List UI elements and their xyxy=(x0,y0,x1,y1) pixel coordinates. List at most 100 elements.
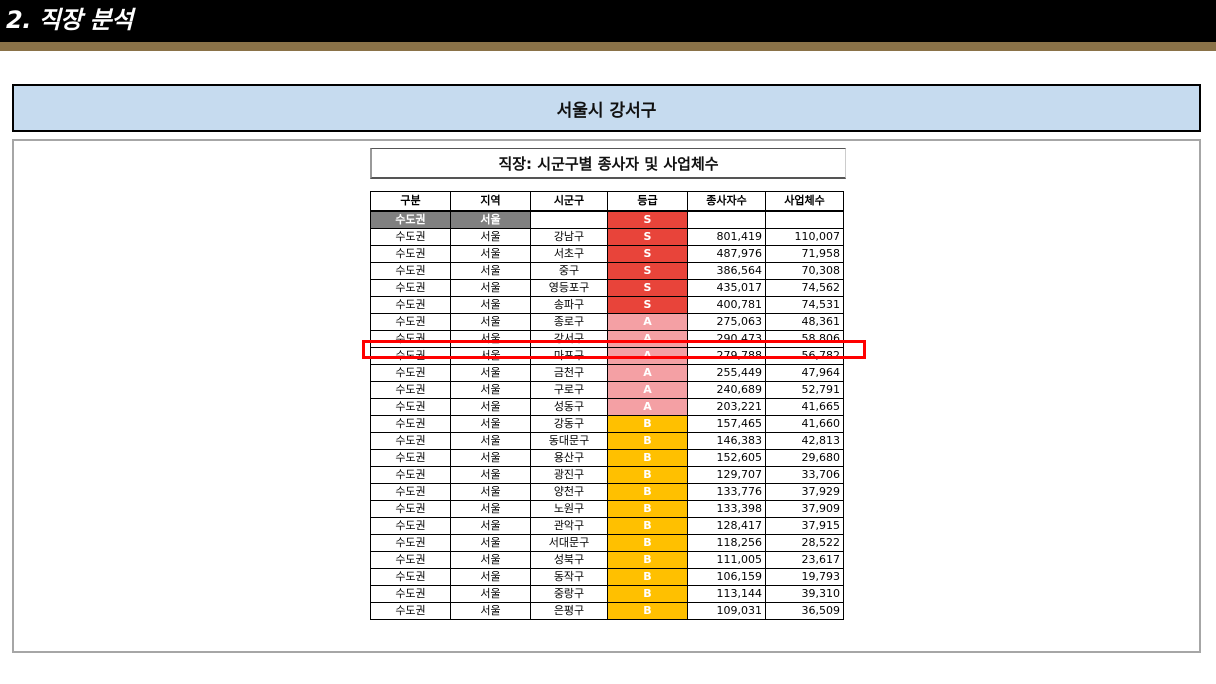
cell-sigungu: 중랑구 xyxy=(530,584,608,603)
column-header: 사업체수 xyxy=(765,191,844,212)
cell-grade: S xyxy=(607,261,688,280)
cell-grade: A xyxy=(607,397,688,416)
cell-gubun: 수도권 xyxy=(370,363,451,382)
group-row: 수도권 서울 S xyxy=(370,210,844,229)
cell-region: 서울 xyxy=(450,227,531,246)
cell-region: 서울 xyxy=(450,397,531,416)
cell-region: 서울 xyxy=(450,482,531,501)
cell-region: 서울 xyxy=(450,312,531,331)
cell-sigungu: 강남구 xyxy=(530,227,608,246)
cell-workers: 133,776 xyxy=(687,482,766,501)
cell-sigungu: 송파구 xyxy=(530,295,608,314)
cell-grade: B xyxy=(607,448,688,467)
table-row: 수도권 서울 서대문구 B 118,256 28,522 xyxy=(370,533,844,552)
cell-workers: 275,063 xyxy=(687,312,766,331)
cell-gubun: 수도권 xyxy=(370,295,451,314)
cell-workers: 128,417 xyxy=(687,516,766,535)
table-row: 수도권 서울 종로구 A 275,063 48,361 xyxy=(370,312,844,331)
table-row: 수도권 서울 강남구 S 801,419 110,007 xyxy=(370,227,844,246)
cell-region: 서울 xyxy=(450,414,531,433)
table-row: 수도권 서울 영등포구 S 435,017 74,562 xyxy=(370,278,844,297)
cell-gubun: 수도권 xyxy=(370,278,451,297)
cell-gubun: 수도권 xyxy=(370,448,451,467)
cell-workers: 129,707 xyxy=(687,465,766,484)
cell-firms: 23,617 xyxy=(765,550,844,569)
table-panel: 직장: 시군구별 종사자 및 사업체수 구분 지역 시군구 등급 종사자수 사업… xyxy=(12,139,1201,653)
cell-region: 서울 xyxy=(450,431,531,450)
cell-grade: S xyxy=(607,227,688,246)
cell-workers: 146,383 xyxy=(687,431,766,450)
table-row: 수도권 서울 노원구 B 133,398 37,909 xyxy=(370,499,844,518)
cell-gubun: 수도권 xyxy=(370,227,451,246)
cell-workers: 109,031 xyxy=(687,601,766,620)
cell-workers: 240,689 xyxy=(687,380,766,399)
cell-region: 서울 xyxy=(450,567,531,586)
cell-grade: S xyxy=(607,244,688,263)
column-header: 구분 xyxy=(370,191,451,212)
cell-workers: 400,781 xyxy=(687,295,766,314)
cell-firms xyxy=(765,210,844,229)
cell-gubun: 수도권 xyxy=(370,380,451,399)
table-row: 수도권 서울 구로구 A 240,689 52,791 xyxy=(370,380,844,399)
cell-region: 서울 xyxy=(450,465,531,484)
cell-firms: 19,793 xyxy=(765,567,844,586)
cell-workers: 106,159 xyxy=(687,567,766,586)
cell-gubun: 수도권 xyxy=(370,499,451,518)
cell-grade: A xyxy=(607,363,688,382)
region-banner-label: 서울시 강서구 xyxy=(556,100,657,121)
table-row: 수도권 서울 금천구 A 255,449 47,964 xyxy=(370,363,844,382)
cell-sigungu: 은평구 xyxy=(530,601,608,620)
cell-workers: 487,976 xyxy=(687,244,766,263)
cell-sigungu: 동작구 xyxy=(530,567,608,586)
cell-sigungu xyxy=(530,210,608,229)
cell-sigungu: 동대문구 xyxy=(530,431,608,450)
cell-region: 서울 xyxy=(450,584,531,603)
cell-gubun: 수도권 xyxy=(370,397,451,416)
cell-grade: S xyxy=(607,210,688,229)
cell-sigungu: 구로구 xyxy=(530,380,608,399)
cell-grade: S xyxy=(607,295,688,314)
cell-firms: 37,909 xyxy=(765,499,844,518)
cell-firms: 47,964 xyxy=(765,363,844,382)
cell-workers xyxy=(687,210,766,229)
cell-firms: 110,007 xyxy=(765,227,844,246)
table-row: 수도권 서울 동대문구 B 146,383 42,813 xyxy=(370,431,844,450)
table-header-row: 구분 지역 시군구 등급 종사자수 사업체수 xyxy=(370,191,844,212)
cell-gubun: 수도권 xyxy=(370,431,451,450)
cell-sigungu: 중구 xyxy=(530,261,608,280)
cell-gubun: 수도권 xyxy=(370,516,451,535)
table-row: 수도권 서울 관악구 B 128,417 37,915 xyxy=(370,516,844,535)
highlight-box xyxy=(362,340,866,359)
table-row: 수도권 서울 광진구 B 129,707 33,706 xyxy=(370,465,844,484)
cell-firms: 42,813 xyxy=(765,431,844,450)
cell-firms: 41,665 xyxy=(765,397,844,416)
cell-region: 서울 xyxy=(450,295,531,314)
cell-gubun: 수도권 xyxy=(370,414,451,433)
cell-grade: B xyxy=(607,414,688,433)
cell-firms: 71,958 xyxy=(765,244,844,263)
cell-region: 서울 xyxy=(450,601,531,620)
cell-region: 서울 xyxy=(450,448,531,467)
cell-gubun: 수도권 xyxy=(370,261,451,280)
cell-gubun: 수도권 xyxy=(370,584,451,603)
cell-grade: B xyxy=(607,601,688,620)
cell-region: 서울 xyxy=(450,516,531,535)
cell-workers: 152,605 xyxy=(687,448,766,467)
cell-grade: A xyxy=(607,312,688,331)
cell-gubun: 수도권 xyxy=(370,244,451,263)
cell-workers: 111,005 xyxy=(687,550,766,569)
cell-gubun: 수도권 xyxy=(370,567,451,586)
sheet-title: 직장: 시군구별 종사자 및 사업체수 xyxy=(370,148,846,179)
cell-region: 서울 xyxy=(450,550,531,569)
cell-region: 서울 xyxy=(450,210,531,229)
cell-gubun: 수도권 xyxy=(370,312,451,331)
cell-workers: 157,465 xyxy=(687,414,766,433)
page-title: 2. 직장 분석 xyxy=(6,6,133,34)
cell-region: 서울 xyxy=(450,244,531,263)
cell-firms: 74,531 xyxy=(765,295,844,314)
cell-sigungu: 서대문구 xyxy=(530,533,608,552)
cell-workers: 133,398 xyxy=(687,499,766,518)
header-bar: 2. 직장 분석 xyxy=(0,0,1216,42)
cell-grade: B xyxy=(607,533,688,552)
cell-region: 서울 xyxy=(450,261,531,280)
